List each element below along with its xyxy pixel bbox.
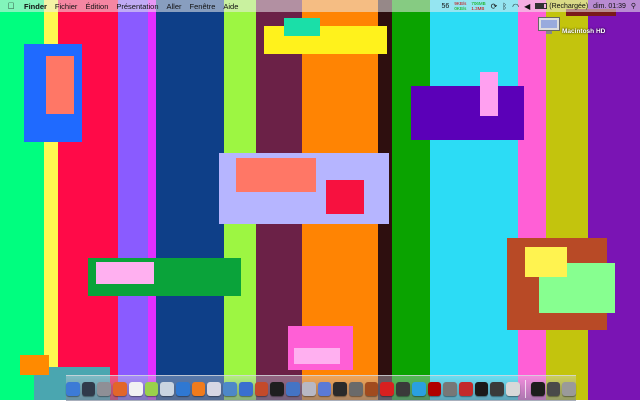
- menu-finder[interactable]: Finder: [24, 2, 47, 11]
- wallpaper-stripe: [118, 0, 148, 400]
- menu-presentation[interactable]: Présentation: [116, 2, 158, 11]
- app-icon-21[interactable]: [380, 381, 395, 396]
- trash-icon[interactable]: [562, 381, 576, 396]
- macintosh-hd-icon[interactable]: Macintosh HD: [528, 17, 608, 47]
- bluetooth-icon[interactable]: ᛒ: [502, 2, 507, 11]
- app-icon-26[interactable]: [458, 381, 473, 396]
- wallpaper-rect: [525, 247, 567, 277]
- menu-bar:  Finder Fichier Édition Présentation Al…: [0, 0, 640, 12]
- system-preferences-icon[interactable]: [97, 381, 112, 396]
- wallpaper-stripe: [392, 0, 430, 400]
- app-icon-10[interactable]: [207, 381, 222, 396]
- wallpaper-rect: [326, 180, 364, 214]
- app-icon-30[interactable]: [530, 381, 545, 396]
- mail-icon[interactable]: [317, 381, 332, 396]
- wallpaper-rect: [264, 26, 387, 54]
- app-icon-16[interactable]: [301, 381, 316, 396]
- desktop: [0, 0, 640, 400]
- dashboard-icon[interactable]: [81, 381, 96, 396]
- app-icon-12[interactable]: [238, 381, 253, 396]
- wallpaper-rect: [46, 56, 74, 114]
- wifi-icon[interactable]: ◠: [512, 2, 519, 11]
- wallpaper-rect: [236, 158, 316, 192]
- address-book-icon[interactable]: [160, 381, 175, 396]
- wallpaper-stripe: [156, 0, 224, 400]
- adium-icon[interactable]: [128, 381, 143, 396]
- menu-edition[interactable]: Édition: [85, 2, 108, 11]
- downloads-icon[interactable]: [546, 381, 561, 396]
- wallpaper-rect: [480, 72, 498, 116]
- net-down-readout: 0KB/s: [454, 6, 467, 11]
- sync-icon[interactable]: ⟳: [491, 2, 498, 11]
- transmission-icon[interactable]: [254, 381, 269, 396]
- menubar-clock[interactable]: dim. 01:39: [593, 3, 626, 10]
- network-monitor[interactable]: 9KB/s 0KB/s: [454, 1, 466, 11]
- wallpaper-stripe: [518, 0, 546, 400]
- menu-fichier[interactable]: Fichier: [55, 2, 78, 11]
- terminal-icon[interactable]: [270, 381, 285, 396]
- vlc-icon[interactable]: [191, 381, 206, 396]
- wallpaper-rect: [411, 86, 524, 140]
- finder-icon[interactable]: [66, 381, 80, 396]
- app-icon-22[interactable]: [396, 381, 410, 396]
- wallpaper-stripe: [546, 0, 588, 400]
- menu-fenetre[interactable]: Fenêtre: [190, 2, 216, 11]
- app-icon-29[interactable]: [506, 381, 520, 396]
- app-icon-18[interactable]: [333, 381, 347, 396]
- wallpaper-stripe: [148, 0, 156, 400]
- dock: [66, 375, 576, 401]
- mem-used-readout: 1.3MB: [471, 6, 485, 11]
- wallpaper-rect: [284, 18, 320, 36]
- memory-monitor[interactable]: 706MB 1.3MB: [471, 1, 485, 11]
- app-icon-20[interactable]: [364, 381, 379, 396]
- wallpaper-rect: [20, 355, 49, 375]
- app-icon-28[interactable]: [490, 381, 505, 396]
- menu-aide[interactable]: Aide: [223, 2, 238, 11]
- app-icon-19[interactable]: [348, 381, 363, 396]
- app-icon-27[interactable]: [474, 381, 489, 396]
- itunes-icon[interactable]: [144, 381, 159, 396]
- wallpaper-stripe: [430, 0, 518, 400]
- app-icon-25[interactable]: [443, 381, 457, 396]
- hd-label: Macintosh HD: [562, 28, 606, 35]
- battery-status[interactable]: (Rechargée): [535, 3, 588, 10]
- firefox-icon[interactable]: [113, 381, 127, 396]
- menubar-status-area: 56 9KB/s 0KB/s 706MB 1.3MB ⟳ ᛒ ◠ ◀ (Rech…: [442, 0, 636, 12]
- app-icon-23[interactable]: [411, 381, 426, 396]
- imac-icon: [538, 17, 560, 34]
- app-icon-24[interactable]: [427, 381, 442, 396]
- battery-text: (Rechargée): [549, 2, 589, 10]
- internet-explorer-icon[interactable]: [176, 381, 190, 396]
- menu-aller[interactable]: Aller: [167, 2, 182, 11]
- wallpaper-stripe: [588, 0, 640, 400]
- apple-icon[interactable]: : [6, 1, 16, 11]
- app-icon-15[interactable]: [286, 381, 300, 396]
- wallpaper-rect: [96, 262, 154, 284]
- dock-separator: [524, 379, 526, 398]
- volume-icon[interactable]: ◀: [524, 2, 530, 11]
- app-icon-11[interactable]: [223, 381, 237, 396]
- cpu-readout[interactable]: 56: [442, 3, 450, 10]
- battery-icon: [535, 3, 548, 9]
- spotlight-icon[interactable]: ⚲: [631, 2, 636, 10]
- wallpaper-rect: [294, 348, 340, 364]
